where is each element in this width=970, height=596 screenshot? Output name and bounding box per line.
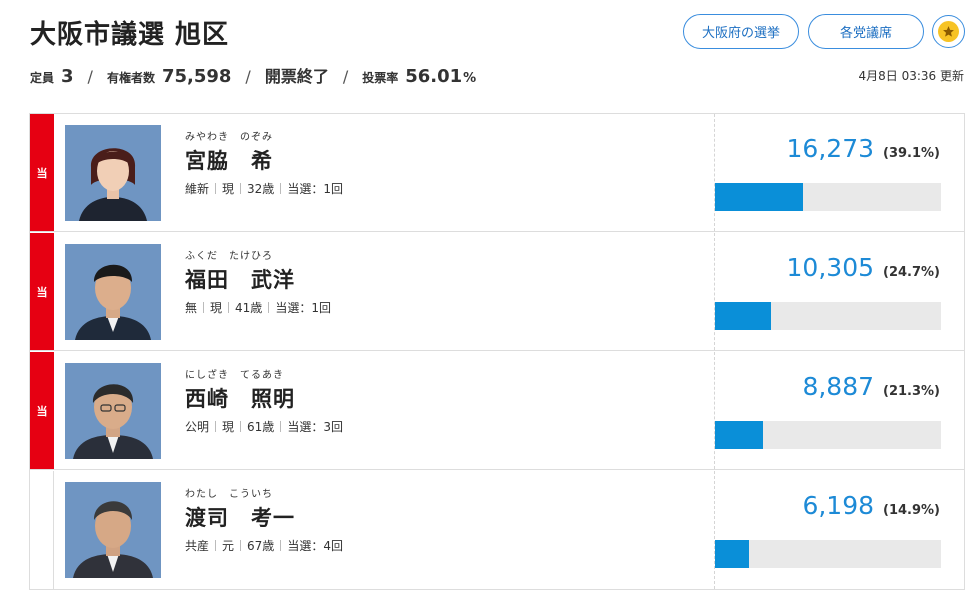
candidate-photo	[65, 482, 161, 578]
vote-count: 6,198	[802, 491, 875, 520]
candidate-row: 当 みやわき のぞみ 宮脇 希 維新 現 32歳 当選：1回 16,273 (3…	[30, 114, 964, 232]
separator: /	[87, 67, 93, 86]
candidate-info: 共産 元 67歳 当選：4回	[185, 537, 343, 554]
elected-badge: 当	[30, 352, 54, 469]
updated-timestamp: 4月8日 03:36 更新	[858, 69, 964, 83]
candidate-photo	[65, 244, 161, 340]
candidate-wins: 当選：1回	[287, 182, 343, 196]
count-status: 開票終了	[264, 67, 329, 86]
vote-bar-track	[715, 302, 941, 330]
candidate-party: 公明	[185, 420, 210, 434]
vote-bar	[715, 421, 764, 449]
candidate-kana: みやわき のぞみ	[185, 132, 273, 143]
star-icon	[938, 21, 959, 42]
candidate-info: 公明 現 61歳 当選：3回	[185, 418, 343, 435]
vote-result: 6,198 (14.9%)	[714, 471, 964, 589]
vote-percent: (24.7%)	[883, 265, 940, 280]
vote-bar-track	[715, 183, 941, 211]
separator: /	[245, 67, 251, 86]
candidate-status: 現	[210, 301, 223, 315]
candidate-wins: 当選：4回	[287, 539, 343, 553]
page-title: 大阪市議選 旭区	[30, 20, 230, 50]
seats-value: 3	[61, 66, 74, 87]
candidate-row: 当 ふくだ たけひろ 福田 武洋 無 現 41歳 当選：1回 10,305 (2…	[30, 233, 964, 351]
election-summary: 定員 3 / 有権者数 75,598 / 開票終了 / 投票率 56.01 %	[30, 63, 476, 87]
vote-percent: (14.9%)	[883, 503, 940, 518]
vote-result: 16,273 (39.1%)	[714, 114, 964, 231]
elected-badge: 当	[30, 114, 54, 231]
turnout-unit: %	[463, 71, 477, 86]
candidate-row: 当 にしざき てるあき 西崎 照明 公明 現 61歳 当選：3回 8,887 (…	[30, 352, 964, 470]
voters-label: 有権者数	[106, 71, 155, 85]
candidate-kana: ふくだ たけひろ	[185, 251, 273, 262]
candidate-kana: にしざき てるあき	[185, 370, 284, 381]
candidate-info: 無 現 41歳 当選：1回	[185, 299, 331, 316]
vote-count: 10,305	[786, 253, 875, 282]
candidate-name: 西崎 照明	[185, 387, 295, 411]
candidate-age: 41歳	[235, 301, 263, 315]
not-elected-spacer	[30, 471, 54, 589]
candidate-party: 無	[185, 301, 198, 315]
candidate-photo	[65, 363, 161, 459]
vote-bar	[715, 183, 804, 211]
vote-result: 10,305 (24.7%)	[714, 233, 964, 350]
vote-result: 8,887 (21.3%)	[714, 352, 964, 469]
candidate-name: 福田 武洋	[185, 268, 295, 292]
vote-bar	[715, 540, 749, 568]
candidate-status: 元	[222, 539, 235, 553]
prefecture-election-button[interactable]: 大阪府の選挙	[683, 14, 799, 49]
separator: /	[342, 67, 349, 86]
vote-percent: (21.3%)	[883, 384, 940, 399]
turnout-label: 投票率	[362, 71, 399, 85]
vote-bar-track	[715, 540, 941, 568]
candidate-kana: わたし こういち	[185, 489, 273, 500]
candidate-wins: 当選：1回	[275, 301, 331, 315]
candidate-name: 宮脇 希	[185, 149, 273, 173]
vote-bar-track	[715, 421, 941, 449]
voters-value: 75,598	[161, 66, 232, 87]
candidate-status: 現	[222, 182, 235, 196]
results-table: 当 みやわき のぞみ 宮脇 希 維新 現 32歳 当選：1回 16,273 (3…	[29, 113, 965, 590]
candidate-photo	[65, 125, 161, 221]
candidate-age: 67歳	[247, 539, 275, 553]
vote-bar	[715, 302, 771, 330]
seats-label: 定員	[30, 71, 55, 85]
candidate-name: 渡司 考一	[185, 506, 295, 530]
candidate-wins: 当選：3回	[287, 420, 343, 434]
candidate-status: 現	[222, 420, 235, 434]
vote-count: 16,273	[786, 134, 875, 163]
candidate-party: 維新	[185, 182, 210, 196]
elected-badge: 当	[30, 233, 54, 350]
favorite-button[interactable]	[932, 15, 965, 48]
candidate-age: 32歳	[247, 182, 275, 196]
vote-percent: (39.1%)	[883, 146, 940, 161]
candidate-age: 61歳	[247, 420, 275, 434]
candidate-info: 維新 現 32歳 当選：1回	[185, 180, 343, 197]
vote-count: 8,887	[802, 372, 875, 401]
party-seats-button[interactable]: 各党議席	[808, 14, 924, 49]
turnout-value: 56.01	[405, 66, 463, 87]
candidate-party: 共産	[185, 539, 210, 553]
candidate-row: わたし こういち 渡司 考一 共産 元 67歳 当選：4回 6,198 (14.…	[30, 471, 964, 589]
